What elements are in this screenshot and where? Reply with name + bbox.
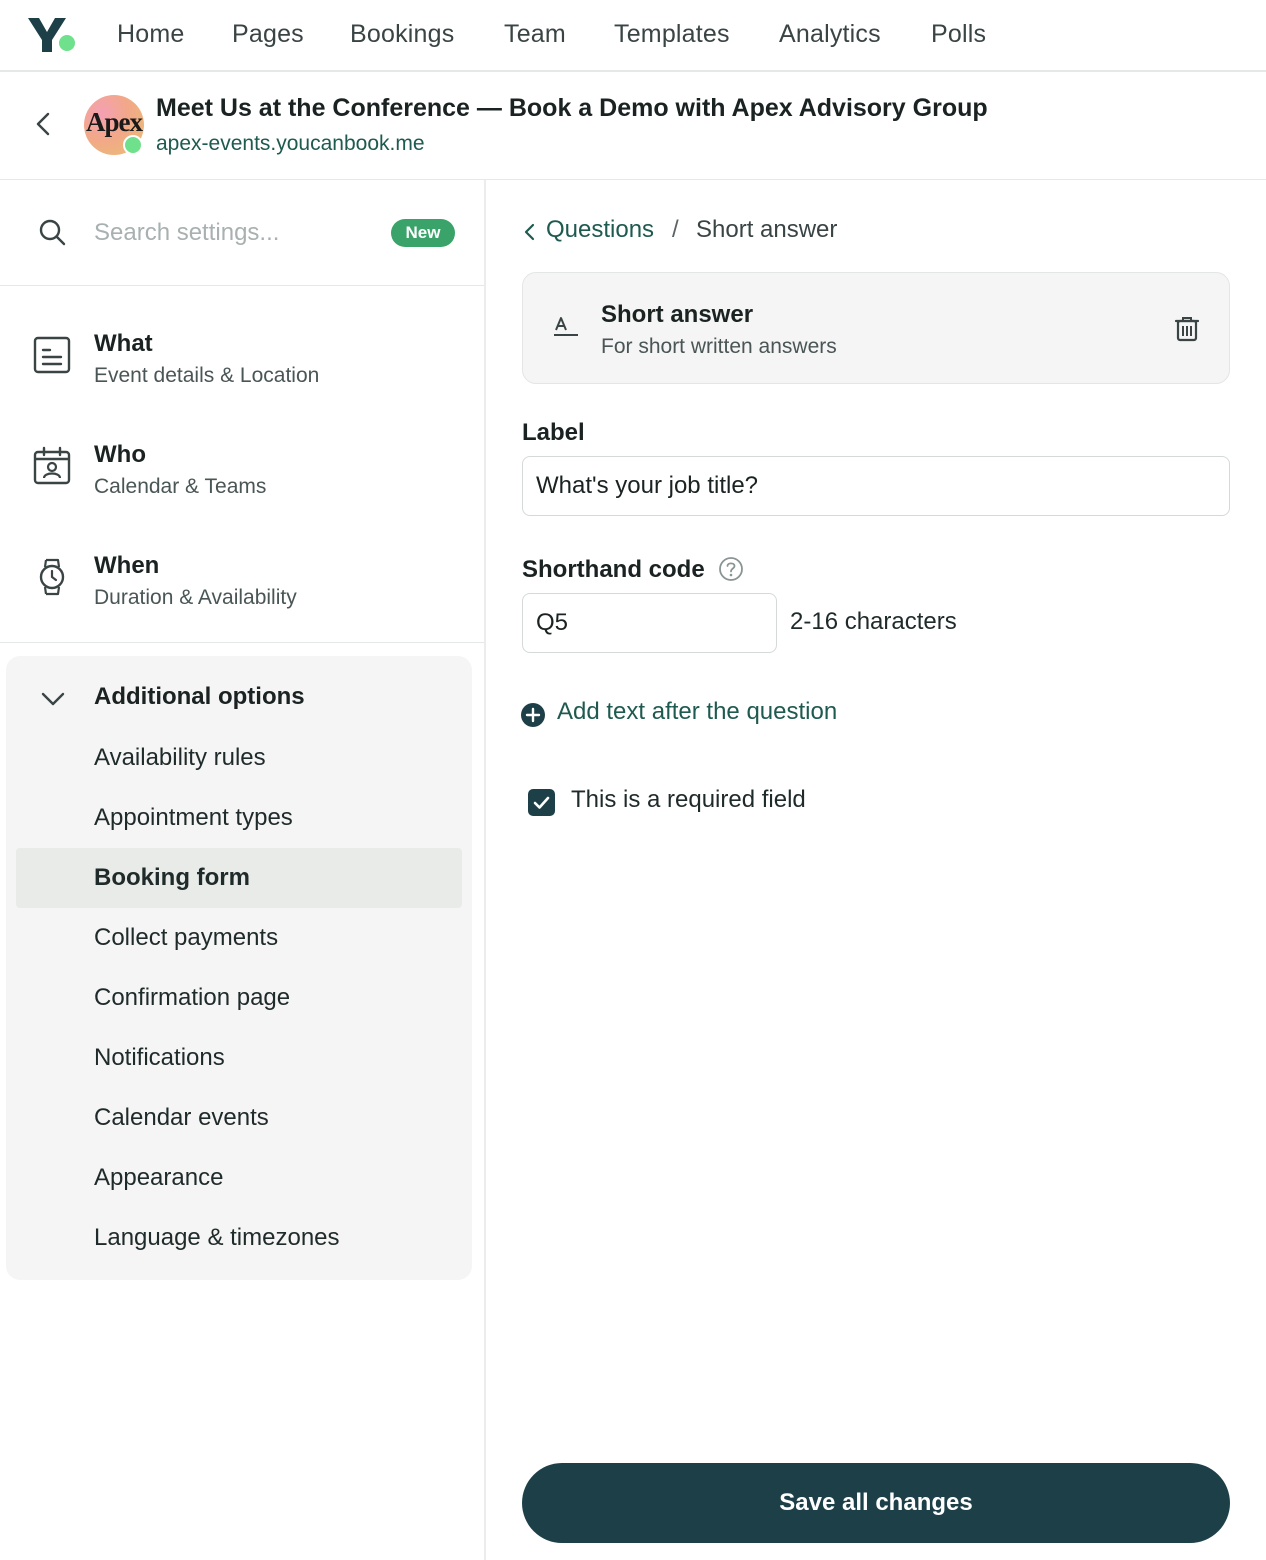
- nav-home[interactable]: Home: [117, 20, 185, 49]
- section-subtitle: Calendar & Teams: [94, 475, 267, 498]
- watch-icon: [39, 558, 65, 596]
- sidebar-item-appointment-types[interactable]: Appointment types: [6, 788, 472, 848]
- settings-sidebar: New What Event details & Location Who Ca…: [0, 180, 486, 1560]
- sidebar-section-what[interactable]: What Event details & Location: [0, 306, 484, 416]
- help-circle-icon[interactable]: [718, 556, 744, 582]
- divider: [0, 642, 484, 643]
- nav-team[interactable]: Team: [504, 20, 566, 49]
- sidebar-section-who[interactable]: Who Calendar & Teams: [0, 417, 484, 527]
- search-settings-input[interactable]: [94, 216, 374, 250]
- shorthand-code-label: Shorthand code: [522, 556, 705, 583]
- page-url[interactable]: apex-events.youcanbook.me: [156, 132, 425, 156]
- sidebar-item-calendar-events[interactable]: Calendar events: [6, 1088, 472, 1148]
- short-text-icon: [554, 317, 578, 336]
- nav-pages[interactable]: Pages: [232, 20, 304, 49]
- chevron-down-icon: [41, 692, 65, 706]
- document-icon: [33, 336, 71, 374]
- additional-options-title: Additional options: [94, 683, 305, 710]
- breadcrumb-current: Short answer: [696, 216, 838, 243]
- calendar-person-icon: [33, 446, 71, 485]
- section-subtitle: Event details & Location: [94, 364, 320, 387]
- label-field-label: Label: [522, 419, 585, 446]
- nav-analytics[interactable]: Analytics: [779, 20, 881, 49]
- shorthand-hint: 2-16 characters: [790, 608, 957, 635]
- trash-icon[interactable]: [1173, 315, 1201, 343]
- settings-search: New: [0, 180, 484, 286]
- nav-templates[interactable]: Templates: [614, 20, 730, 49]
- youcanbook-logo-icon[interactable]: [26, 16, 78, 56]
- section-title: When: [94, 552, 160, 579]
- page-header: Apex Meet Us at the Conference — Book a …: [0, 72, 1266, 180]
- checkmark-icon: [533, 796, 550, 809]
- sidebar-item-language-timezones[interactable]: Language & timezones: [6, 1208, 472, 1268]
- search-icon: [39, 219, 66, 246]
- sidebar-item-booking-form[interactable]: Booking form: [16, 848, 462, 908]
- additional-options-panel: Additional options Availability rules Ap…: [6, 656, 472, 1280]
- page-avatar: Apex: [84, 95, 144, 155]
- section-subtitle: Duration & Availability: [94, 586, 297, 609]
- section-title: Who: [94, 441, 146, 468]
- question-type-subtitle: For short written answers: [601, 335, 837, 358]
- nav-polls[interactable]: Polls: [931, 20, 986, 49]
- question-type-card: Short answer For short written answers: [522, 272, 1230, 384]
- sidebar-item-collect-payments[interactable]: Collect payments: [6, 908, 472, 968]
- sidebar-item-appearance[interactable]: Appearance: [6, 1148, 472, 1208]
- sidebar-item-confirmation-page[interactable]: Confirmation page: [6, 968, 472, 1028]
- question-type-title: Short answer: [601, 301, 754, 328]
- add-text-label: Add text after the question: [557, 698, 838, 725]
- online-status-dot: [123, 135, 143, 155]
- new-badge: New: [391, 219, 455, 247]
- section-title: What: [94, 330, 153, 357]
- sidebar-item-notifications[interactable]: Notifications: [6, 1028, 472, 1088]
- avatar-logo-text: Apex: [86, 107, 143, 137]
- page-title: Meet Us at the Conference — Book a Demo …: [156, 94, 988, 122]
- label-input[interactable]: [522, 456, 1230, 516]
- required-field-label: This is a required field: [571, 786, 806, 813]
- chevron-left-icon[interactable]: [522, 222, 538, 242]
- back-chevron-icon[interactable]: [28, 108, 60, 140]
- top-navigation: Home Pages Bookings Team Templates Analy…: [0, 0, 1266, 72]
- shorthand-code-input[interactable]: [522, 593, 777, 653]
- plus-circle-icon: [521, 703, 545, 727]
- breadcrumb-separator: /: [672, 216, 679, 243]
- save-all-changes-button[interactable]: Save all changes: [522, 1463, 1230, 1543]
- sidebar-item-availability-rules[interactable]: Availability rules: [6, 728, 472, 788]
- breadcrumb-questions-link[interactable]: Questions: [546, 216, 654, 244]
- required-checkbox[interactable]: [528, 789, 555, 816]
- sidebar-section-when[interactable]: When Duration & Availability: [0, 528, 484, 638]
- nav-bookings[interactable]: Bookings: [350, 20, 454, 49]
